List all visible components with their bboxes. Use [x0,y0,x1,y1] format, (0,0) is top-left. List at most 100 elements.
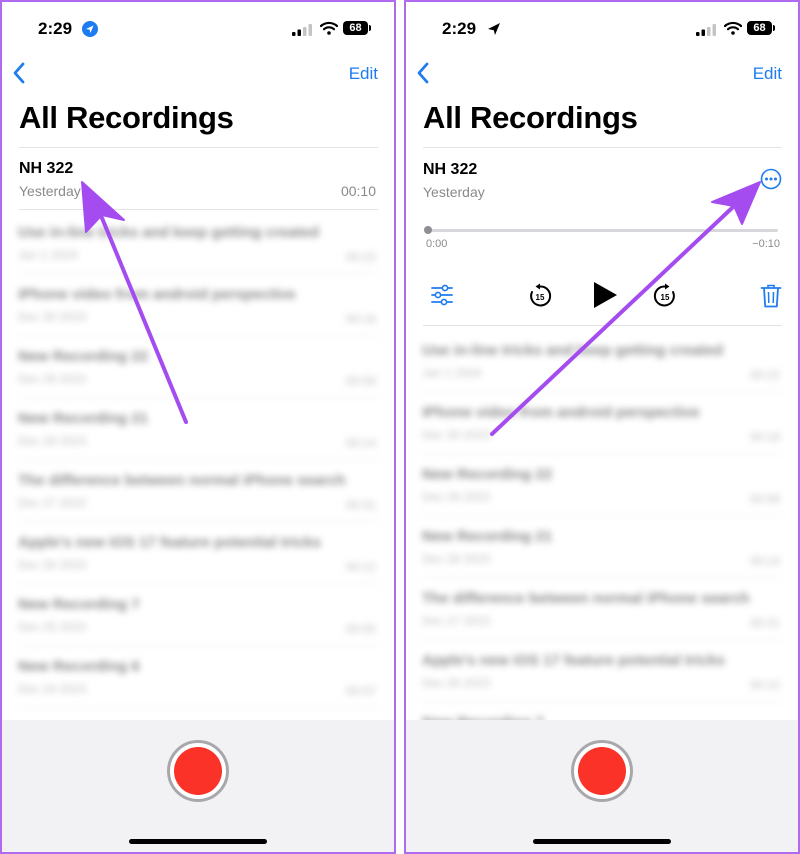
trash-icon[interactable] [760,283,782,309]
recording-duration: 00:12 [749,678,780,692]
recording-date: Yesterday [423,184,485,200]
recording-duration: 00:07 [345,684,376,698]
recording-name: Apple's new iOS 17 feature potential tri… [18,534,321,551]
record-button[interactable] [571,740,633,802]
list-item[interactable]: New Recording 22 Dec 29 2023 00:09 [420,454,784,516]
recording-date: Dec 26 2023 [422,676,491,690]
recording-name: iPhone video from android perspective [422,404,700,421]
list-item[interactable]: Use in-line tricks and keep getting crea… [16,212,380,274]
edit-button[interactable]: Edit [753,64,782,84]
recording-date: Dec 28 2023 [422,552,491,566]
recording-duration: 00:09 [345,374,376,388]
skip-forward-seconds: 15 [661,293,670,302]
recording-duration: 00:12 [345,560,376,574]
recording-date: Dec 30 2023 [422,428,491,442]
recording-name: Apple's new iOS 17 feature potential tri… [422,652,725,669]
recording-duration: 00:18 [749,430,780,444]
recording-duration: 00:14 [749,554,780,568]
wifi-icon [724,21,742,35]
list-item[interactable]: iPhone video from android perspective Dec… [420,392,784,454]
navigation-bar: Edit [406,58,798,88]
page-title: All Recordings [19,100,234,135]
list-item[interactable]: New Recording 7 Dec 25 2023 00:05 [16,584,380,646]
recording-duration: 00:09 [749,492,780,506]
divider [19,209,378,210]
recording-date: Dec 27 2023 [422,614,491,628]
recording-duration: 00:31 [345,498,376,512]
recording-date: Jan 1 2024 [422,366,482,380]
page-title: All Recordings [423,100,638,135]
cellular-signal-icon [292,24,312,36]
list-item[interactable]: iPhone video from android perspective Dec… [16,274,380,336]
phone-screen-right: 2:29 68 Edit All Recordings NH 322 Yeste… [404,0,800,854]
home-indicator [129,839,267,844]
recording-duration: 00:22 [345,250,376,264]
list-item[interactable]: Use in-line tricks and keep getting crea… [420,330,784,392]
back-chevron-icon[interactable] [414,60,432,86]
recording-name: New Recording 22 [18,348,149,365]
more-options-icon[interactable] [760,168,782,190]
recording-date: Yesterday [19,183,81,199]
recording-date: Dec 24 2023 [18,682,87,696]
recording-duration: 00:22 [749,368,780,382]
recording-name: NH 322 [19,160,74,177]
recording-date: Dec 29 2023 [18,372,87,386]
skip-back-15-icon[interactable]: 15 [527,283,553,309]
cellular-signal-icon [696,24,716,36]
recording-name: Use in-line tricks and keep getting crea… [18,224,319,241]
recording-name: Use in-line tricks and keep getting crea… [422,342,723,359]
wifi-icon [320,21,338,35]
remaining-time: −0:10 [752,238,780,250]
recording-name: NH 322 [423,161,478,178]
recording-date: Dec 25 2023 [18,620,87,634]
recording-duration: 00:05 [345,622,376,636]
recording-duration: 00:14 [345,436,376,450]
recording-duration: 00:10 [340,183,376,199]
status-bar: 2:29 68 [406,2,798,54]
recording-date: Dec 28 2023 [18,434,87,448]
recording-name: The difference between normal iPhone sea… [422,590,750,607]
blurred-recordings-list: Use in-line tricks and keep getting crea… [406,330,798,764]
navigation-bar: Edit [2,58,394,88]
list-item[interactable]: Apple's new iOS 17 feature potential tri… [420,640,784,702]
list-item[interactable]: New Recording 21 Dec 28 2023 00:14 [420,516,784,578]
recording-name: The difference between normal iPhone sea… [18,472,346,489]
scrubber-handle[interactable] [424,226,432,234]
list-item[interactable]: The difference between normal iPhone sea… [16,460,380,522]
recording-name: New Recording 21 [18,410,149,427]
skip-back-seconds: 15 [536,293,545,302]
list-item[interactable]: The difference between normal iPhone sea… [420,578,784,640]
list-item[interactable]: New Recording 22 Dec 29 2023 00:09 [16,336,380,398]
list-item[interactable]: New Recording 6 Dec 24 2023 00:07 [16,646,380,708]
recording-name: New Recording 22 [422,466,553,483]
status-bar: 2:29 68 [2,2,394,54]
record-button[interactable] [167,740,229,802]
skip-forward-15-icon[interactable]: 15 [652,283,678,309]
back-chevron-icon[interactable] [10,60,28,86]
bottom-record-bar [406,720,798,852]
recording-name: New Recording 7 [18,596,140,613]
recording-name: iPhone video from android perspective [18,286,296,303]
list-item[interactable]: Apple's new iOS 17 feature potential tri… [16,522,380,584]
bottom-record-bar [2,720,394,852]
edit-button[interactable]: Edit [349,64,378,84]
battery-indicator: 68 [747,21,775,35]
elapsed-time: 0:00 [426,238,448,250]
playback-options-icon[interactable] [430,284,454,306]
recording-row-selected[interactable]: NH 322 Yesterday 00:10 [2,148,394,210]
play-icon[interactable] [591,280,619,310]
phone-screen-left: 2:29 68 Edit All Recordings NH 322 Yeste… [0,0,396,854]
location-icon [82,21,98,37]
home-indicator [533,839,671,844]
list-item[interactable]: New Recording 21 Dec 28 2023 00:14 [16,398,380,460]
status-time: 2:29 [442,19,477,38]
recording-date: Dec 29 2023 [422,490,491,504]
recording-date: Jan 1 2024 [18,248,78,262]
battery-indicator: 68 [343,21,371,35]
recording-name: New Recording 6 [18,658,140,675]
playback-scrubber[interactable] [424,226,778,234]
recording-name: New Recording 21 [422,528,553,545]
location-arrow-icon [488,23,500,35]
recording-date: Dec 27 2023 [18,496,87,510]
status-time: 2:29 [38,19,73,38]
